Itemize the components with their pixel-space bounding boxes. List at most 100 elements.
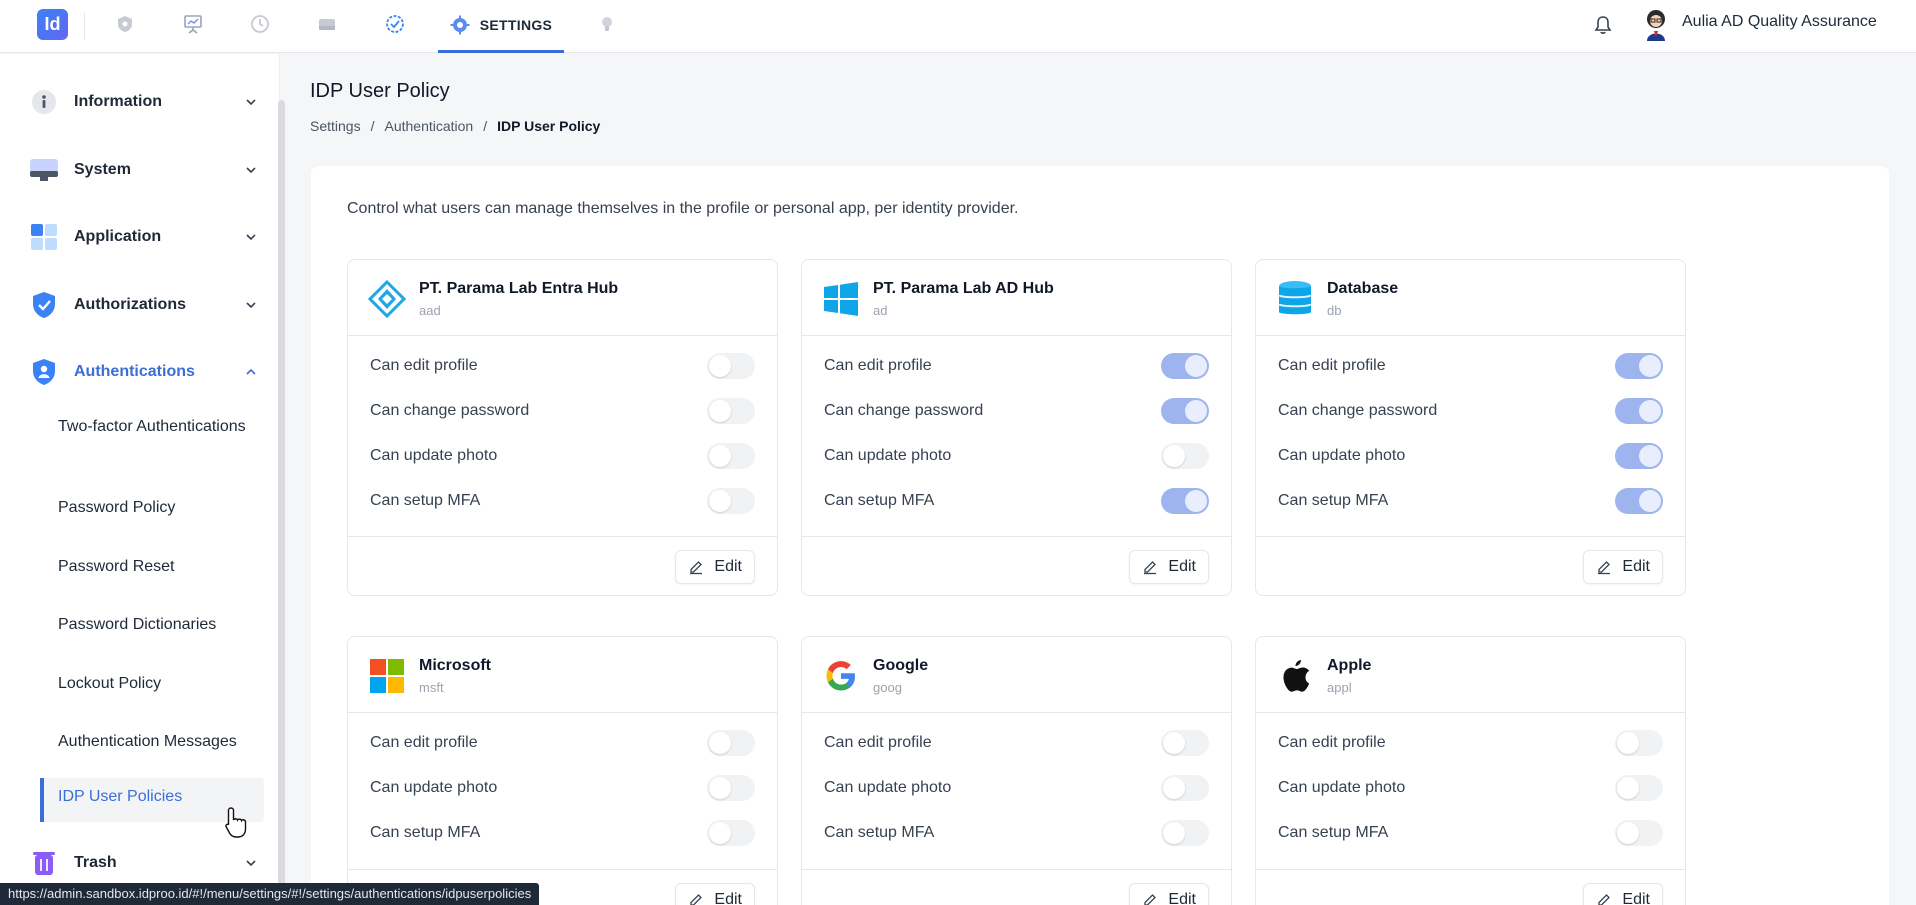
grid-icon [28,221,60,253]
tab-settings[interactable]: SETTINGS [438,0,564,53]
monitor-icon [28,154,60,186]
status-url: https://admin.sandbox.idproo.id/#!/menu/… [0,883,540,905]
toggle-switch[interactable] [707,730,755,756]
shield-check-icon [28,289,60,321]
sidebar-sub-lockout-policy[interactable]: Lockout Policy [58,672,161,695]
chevron-down-icon [246,860,256,867]
policy-row: Can setup MFA [370,818,755,848]
breadcrumb: Settings / Authentication / IDP User Pol… [310,118,600,134]
policy-row: Can update photo [1278,773,1663,803]
toggle-switch[interactable] [1161,775,1209,801]
page-title: IDP User Policy [310,80,450,102]
sidebar-sub-authentication-messages[interactable]: Authentication Messages [58,730,237,753]
breadcrumb-settings[interactable]: Settings [310,118,361,134]
edit-button[interactable]: Edit [1129,550,1209,584]
bulb-icon[interactable] [595,12,619,36]
avatar[interactable] [1639,7,1673,43]
edit-button[interactable]: Edit [1583,550,1663,584]
sidebar-item-information[interactable]: Information [28,82,258,122]
policy-row: Can edit profile [370,728,755,758]
gear-icon [450,15,470,35]
idp-card-apple: Apple appl Can edit profile Can update p… [1255,636,1686,905]
history-icon[interactable] [248,12,272,36]
sidebar-sub-password-dictionaries[interactable]: Password Dictionaries [58,613,216,636]
user-name[interactable]: Aulia AD Quality Assurance [1682,13,1877,31]
sidebar-item-system[interactable]: System [28,150,258,190]
toggle-switch[interactable] [1161,820,1209,846]
drive-icon[interactable] [315,12,339,36]
idp-name: Apple [1327,657,1372,674]
shield-icon[interactable] [113,12,137,36]
toggle-switch[interactable] [1615,353,1663,379]
sidebar-item-authorizations[interactable]: Authorizations [28,285,258,325]
chevron-down-icon [246,99,256,106]
toggle-switch[interactable] [707,443,755,469]
chevron-up-icon [246,368,256,375]
bell-icon[interactable] [1591,13,1615,37]
edit-button[interactable]: Edit [675,550,755,584]
idp-card-microsoft: Microsoft msft Can edit profile Can upda… [347,636,778,905]
edit-button[interactable]: Edit [675,883,755,905]
pencil-icon [1144,561,1157,575]
toggle-switch[interactable] [1615,443,1663,469]
idp-name: PT. Parama Lab Entra Hub [419,280,619,297]
sidebar-scrollbar[interactable] [278,100,285,890]
policy-row: Can update photo [1278,441,1663,471]
sidebar-sub-label: IDP User Policies [58,788,183,805]
idp-name: PT. Parama Lab AD Hub [873,280,1054,297]
idp-card-database: Database db Can edit profile Can change … [1255,259,1686,596]
toggle-switch[interactable] [1615,398,1663,424]
toggle-switch[interactable] [1161,443,1209,469]
toggle-switch[interactable] [1161,488,1209,514]
idp-code: ad [873,303,888,318]
edit-button[interactable]: Edit [1129,883,1209,905]
toggle-switch[interactable] [1161,353,1209,379]
sidebar-item-trash[interactable]: Trash [28,843,258,883]
windows-icon [822,280,860,318]
policy-row: Can edit profile [1278,351,1663,381]
sidebar-sub-password-policy[interactable]: Password Policy [58,496,175,519]
sidebar-label: Authentications [74,363,195,380]
breadcrumb-separator: / [483,118,488,134]
toggle-switch[interactable] [1615,730,1663,756]
toggle-switch[interactable] [1161,730,1209,756]
sidebar-sub-two-factor[interactable]: Two-factor Authentications [58,415,258,438]
toggle-switch[interactable] [1615,820,1663,846]
policy-row: Can setup MFA [1278,818,1663,848]
idp-name: Google [873,657,929,674]
idp-code: appl [1327,680,1352,695]
toggle-switch[interactable] [707,775,755,801]
policy-row: Can edit profile [824,351,1209,381]
toggle-switch[interactable] [1615,775,1663,801]
policy-row: Can edit profile [1278,728,1663,758]
policy-row: Can update photo [370,441,755,471]
pencil-icon [690,894,703,905]
pencil-icon [690,561,703,575]
google-icon [822,657,860,695]
toggle-switch[interactable] [1161,398,1209,424]
database-icon [1276,280,1314,318]
sidebar-item-authentications[interactable]: Authentications [28,352,258,392]
toggle-switch[interactable] [707,398,755,424]
presentation-icon[interactable] [181,12,205,36]
policy-row: Can update photo [824,773,1209,803]
idp-card-entra: PT. Parama Lab Entra Hub aad Can edit pr… [347,259,778,596]
policy-row: Can edit profile [370,351,755,381]
idp-code: db [1327,303,1342,318]
top-bar: Id SETTINGS Aulia AD Quality Assurance [0,0,1916,53]
sidebar-item-application[interactable]: Application [28,217,258,257]
policy-row: Can setup MFA [370,486,755,516]
idp-name: Database [1327,280,1399,297]
toggle-switch[interactable] [707,820,755,846]
breadcrumb-authentication[interactable]: Authentication [384,118,473,134]
check-circle-icon[interactable] [383,12,407,36]
app-logo[interactable]: Id [37,9,68,40]
toggle-switch[interactable] [707,353,755,379]
toggle-switch[interactable] [707,488,755,514]
policy-row: Can edit profile [824,728,1209,758]
sidebar-sub-password-reset[interactable]: Password Reset [58,555,175,578]
logo-divider [84,12,85,40]
edit-button[interactable]: Edit [1583,883,1663,905]
microsoft-icon [368,657,406,695]
toggle-switch[interactable] [1615,488,1663,514]
